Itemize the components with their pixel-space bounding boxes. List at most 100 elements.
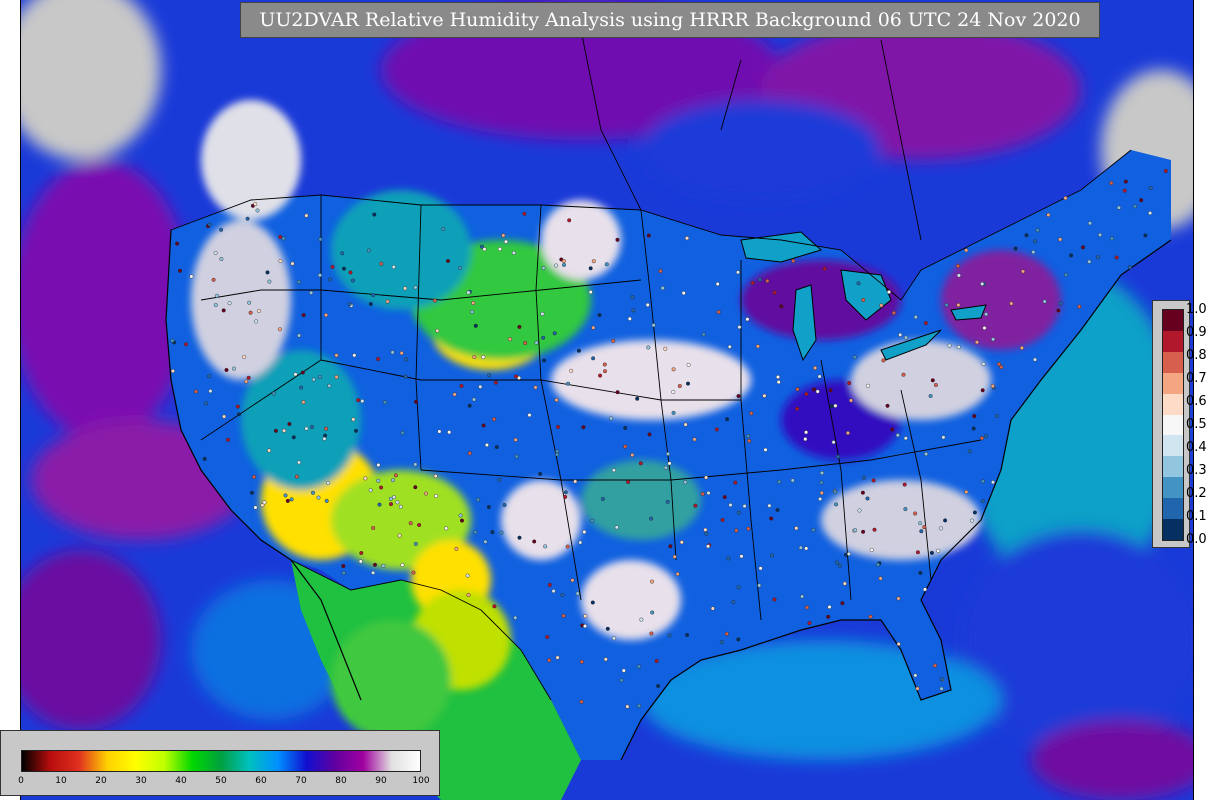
station-dot bbox=[602, 362, 607, 367]
station-dot bbox=[1109, 236, 1114, 241]
station-dot bbox=[504, 239, 509, 244]
map-title: UU2DVAR Relative Humidity Analysis using… bbox=[259, 9, 1081, 31]
station-dot bbox=[852, 355, 857, 360]
station-dot bbox=[819, 480, 824, 485]
station-dot bbox=[736, 394, 741, 399]
station-dot bbox=[219, 257, 224, 262]
station-dot bbox=[790, 478, 795, 483]
station-dot bbox=[645, 302, 650, 307]
station-dot bbox=[630, 453, 635, 458]
station-dot bbox=[1080, 245, 1085, 250]
station-dot bbox=[534, 340, 539, 345]
station-dot bbox=[413, 485, 418, 490]
station-dot bbox=[493, 380, 498, 385]
station-dot bbox=[990, 384, 995, 389]
station-dot bbox=[795, 406, 800, 411]
station-dot bbox=[170, 338, 175, 343]
obs-swatch bbox=[1163, 435, 1183, 457]
station-dot bbox=[391, 478, 396, 483]
station-dot bbox=[363, 476, 368, 481]
station-dot bbox=[578, 540, 583, 545]
station-dot bbox=[765, 279, 770, 284]
station-dot bbox=[685, 633, 690, 638]
station-dot bbox=[755, 344, 760, 349]
station-dot bbox=[758, 566, 763, 571]
obs-tick-label: 0.6 bbox=[1186, 394, 1207, 409]
station-dot bbox=[235, 404, 240, 409]
station-dot bbox=[692, 437, 697, 442]
station-dot bbox=[815, 389, 820, 394]
station-dot bbox=[297, 333, 302, 338]
station-dot bbox=[224, 368, 229, 373]
station-dot bbox=[671, 367, 676, 372]
station-dot bbox=[611, 468, 616, 473]
station-dot bbox=[317, 375, 322, 380]
station-dot bbox=[1114, 255, 1119, 260]
station-dot bbox=[862, 475, 867, 480]
station-dot bbox=[865, 383, 870, 388]
station-dot bbox=[293, 372, 298, 377]
station-dot bbox=[432, 298, 437, 303]
station-dot bbox=[391, 265, 396, 270]
station-dot bbox=[1077, 304, 1082, 309]
station-dot bbox=[541, 266, 546, 271]
station-dot bbox=[660, 286, 665, 291]
station-dot bbox=[831, 440, 836, 445]
obs-colorbar-swatches bbox=[1162, 309, 1184, 541]
station-dot bbox=[310, 425, 315, 430]
station-dot bbox=[473, 323, 478, 328]
station-dot bbox=[202, 456, 207, 461]
station-dot bbox=[556, 424, 561, 429]
station-dot bbox=[296, 280, 301, 285]
station-dot bbox=[1064, 272, 1069, 277]
station-dot bbox=[933, 663, 938, 668]
station-dot bbox=[304, 426, 309, 431]
station-dot bbox=[762, 393, 767, 398]
station-dot bbox=[833, 403, 838, 408]
station-dot bbox=[547, 582, 552, 587]
station-dot bbox=[984, 312, 989, 317]
station-dot bbox=[947, 343, 952, 348]
station-dot bbox=[890, 427, 895, 432]
station-dot bbox=[885, 403, 890, 408]
station-dot bbox=[381, 563, 386, 568]
station-dot bbox=[623, 425, 628, 430]
station-dot bbox=[609, 416, 614, 421]
station-dot bbox=[704, 531, 709, 536]
station-dot bbox=[941, 435, 946, 440]
rh-tick-label: 40 bbox=[175, 776, 187, 786]
station-dot bbox=[769, 516, 774, 521]
station-dot bbox=[739, 554, 744, 559]
station-dot bbox=[590, 518, 595, 523]
station-dot bbox=[193, 389, 198, 394]
station-dot bbox=[675, 572, 680, 577]
station-dot bbox=[545, 635, 550, 640]
station-dot bbox=[933, 383, 938, 388]
station-dot bbox=[582, 530, 587, 535]
station-dot bbox=[881, 358, 886, 363]
station-dot bbox=[323, 433, 328, 438]
station-dot bbox=[366, 248, 371, 253]
station-dot bbox=[724, 631, 729, 636]
station-dot bbox=[853, 528, 858, 533]
station-dot bbox=[918, 521, 923, 526]
station-dot bbox=[351, 278, 356, 283]
station-dot bbox=[208, 389, 213, 394]
station-dot bbox=[554, 263, 559, 268]
station-dot bbox=[281, 236, 286, 241]
station-dot bbox=[1056, 308, 1061, 313]
station-dot bbox=[170, 369, 175, 374]
station-dot bbox=[334, 353, 339, 358]
station-dot bbox=[679, 540, 684, 545]
station-dot bbox=[804, 430, 809, 435]
station-dot bbox=[929, 550, 934, 555]
station-dot bbox=[868, 614, 873, 619]
station-dot bbox=[324, 426, 329, 431]
station-dot bbox=[736, 585, 741, 590]
station-dot bbox=[267, 448, 272, 453]
station-dot bbox=[901, 372, 906, 377]
station-dot bbox=[649, 631, 654, 636]
station-dot bbox=[734, 528, 739, 533]
station-dot bbox=[826, 614, 831, 619]
station-dot bbox=[772, 290, 777, 295]
